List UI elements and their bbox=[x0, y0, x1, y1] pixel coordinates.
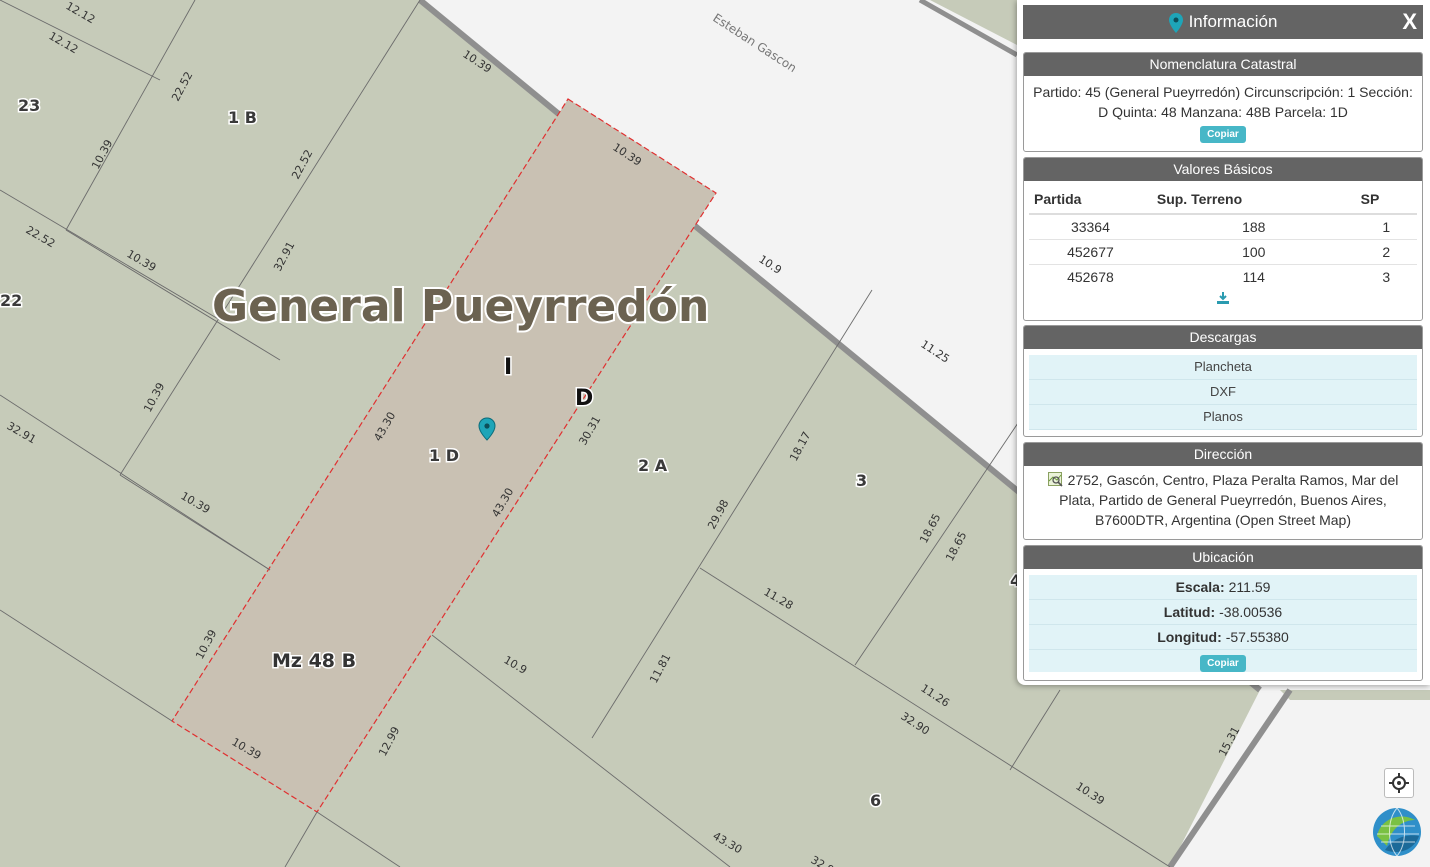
info-panel-title: Información bbox=[1188, 12, 1278, 31]
download-dxf-link[interactable]: DXF bbox=[1029, 380, 1417, 405]
parcel-label-1d: 1 D bbox=[429, 446, 459, 465]
table-row: 452678 114 3 bbox=[1067, 269, 1391, 285]
longitud-value: -57.55380 bbox=[1225, 629, 1289, 645]
parcel-label-22: 22 bbox=[0, 291, 22, 310]
latitud-row: Latitud: -38.00536 bbox=[1029, 600, 1417, 625]
circunscripcion-label: I bbox=[504, 355, 512, 380]
valores-section: Valores Básicos Partida Sup. Terreno SP … bbox=[1023, 157, 1423, 321]
close-button[interactable]: X bbox=[1402, 5, 1417, 39]
copy-nomenclatura-button[interactable]: Copiar bbox=[1200, 126, 1246, 143]
parcel-label-23: 23 bbox=[18, 96, 40, 115]
nomenclatura-text: Partido: 45 (General Pueyrredón) Circuns… bbox=[1033, 84, 1413, 120]
ubicacion-section: Ubicación Escala: 211.59 Latitud: -38.0053… bbox=[1023, 545, 1423, 681]
table-row: 452677 100 2 bbox=[1029, 239, 1417, 265]
escala-value: 211.59 bbox=[1228, 579, 1271, 595]
download-icon[interactable] bbox=[1216, 291, 1230, 305]
escala-row: Escala: 211.59 bbox=[1029, 575, 1417, 600]
info-panel: Información X Nomenclatura Catastral Par… bbox=[1017, 0, 1430, 685]
ubicacion-title: Ubicación bbox=[1024, 546, 1422, 569]
direccion-text: 2752, Gascón, Centro, Plaza Peralta Ramo… bbox=[1059, 472, 1399, 528]
partido-label: General Pueyrredón bbox=[212, 281, 709, 332]
nomenclatura-section: Nomenclatura Catastral Partido: 45 (Gene… bbox=[1023, 52, 1423, 152]
col-partida: Partida bbox=[1029, 185, 1152, 215]
parcel-label-3: 3 bbox=[856, 471, 867, 490]
latitud-value: -38.00536 bbox=[1219, 604, 1283, 620]
descargas-section: Descargas Plancheta DXF Planos bbox=[1023, 325, 1423, 437]
parcel-label-6: 6 bbox=[870, 791, 881, 810]
valores-title: Valores Básicos bbox=[1024, 158, 1422, 181]
descargas-title: Descargas bbox=[1024, 326, 1422, 349]
table-row: 33364 188 1 bbox=[1029, 214, 1417, 240]
map-search-icon bbox=[1047, 472, 1063, 487]
map-block-right bbox=[1280, 690, 1430, 700]
locate-button[interactable] bbox=[1384, 768, 1414, 798]
download-plancheta-link[interactable]: Plancheta bbox=[1029, 355, 1417, 380]
col-sp: SP bbox=[1355, 185, 1417, 215]
manzana-label: Mz 48 B bbox=[272, 650, 356, 672]
col-sup-terreno: Sup. Terreno bbox=[1151, 185, 1356, 215]
parcel-label-1b: 1 B bbox=[228, 108, 257, 127]
download-planos-link[interactable]: Planos bbox=[1029, 405, 1417, 430]
direccion-section: Dirección 2752, Gascón, Centro, Plaza Pe… bbox=[1023, 442, 1423, 540]
longitud-row: Longitud: -57.55380 bbox=[1029, 625, 1417, 650]
info-panel-header: Información X bbox=[1023, 5, 1423, 39]
direccion-title: Dirección bbox=[1024, 443, 1422, 466]
location-pin-icon bbox=[1168, 12, 1183, 33]
globe-logo-icon[interactable] bbox=[1371, 806, 1423, 858]
crosshair-icon bbox=[1389, 773, 1409, 793]
parcel-label-2a: 2 A bbox=[638, 456, 668, 475]
nomenclatura-title: Nomenclatura Catastral bbox=[1024, 53, 1422, 76]
seccion-label: D bbox=[575, 386, 593, 411]
copy-ubicacion-button[interactable]: Copiar bbox=[1200, 655, 1246, 672]
valores-table: Partida Sup. Terreno SP 33364 188 1 4526… bbox=[1029, 185, 1417, 289]
